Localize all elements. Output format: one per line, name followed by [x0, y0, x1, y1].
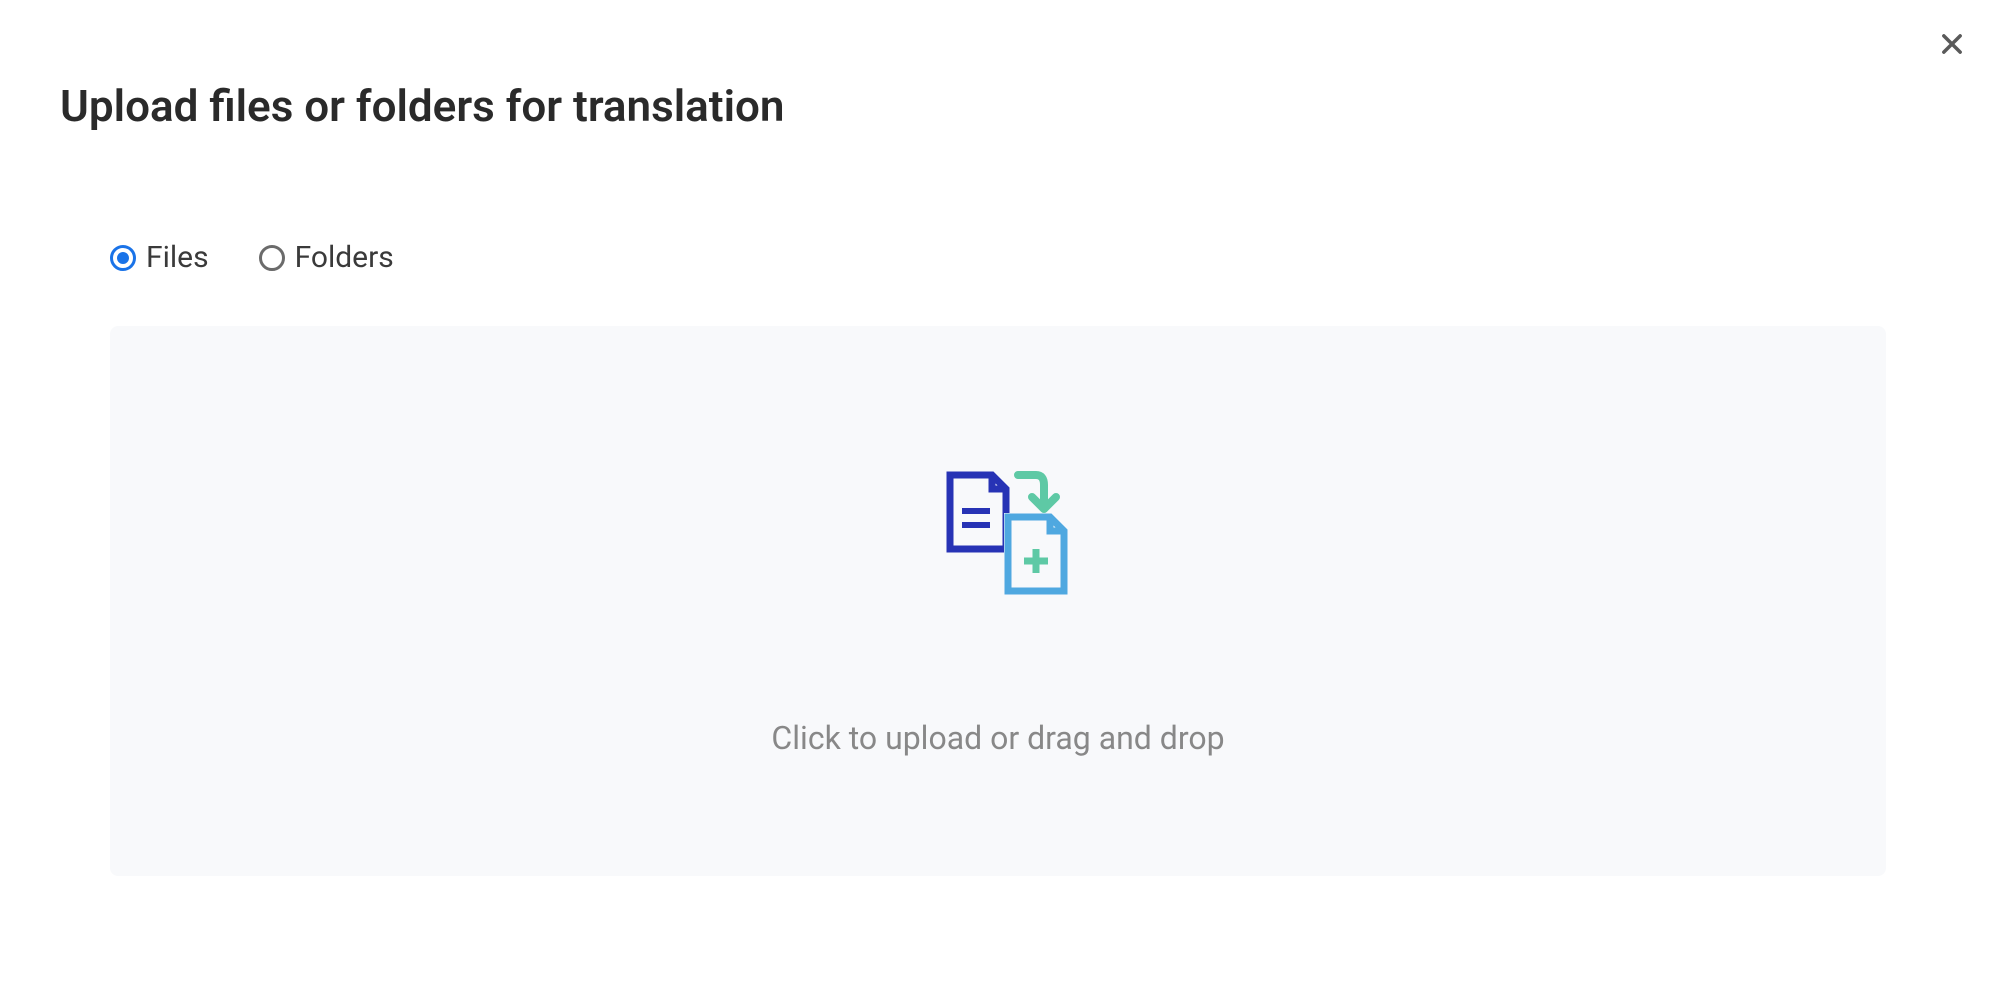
radio-option-folders[interactable]: Folders — [259, 240, 394, 275]
radio-icon — [259, 245, 285, 271]
radio-option-files[interactable]: Files — [110, 240, 209, 275]
dropzone-instruction: Click to upload or drag and drop — [771, 719, 1224, 757]
radio-icon — [110, 245, 136, 271]
file-transfer-icon — [918, 455, 1078, 619]
close-button[interactable] — [1938, 30, 1966, 62]
radio-label-files: Files — [146, 240, 209, 275]
close-icon — [1938, 30, 1966, 62]
upload-dropzone[interactable]: Click to upload or drag and drop — [110, 326, 1886, 876]
radio-label-folders: Folders — [295, 240, 394, 275]
upload-mode-radio-group: Files Folders — [110, 240, 394, 275]
page-title: Upload files or folders for translation — [60, 80, 785, 132]
